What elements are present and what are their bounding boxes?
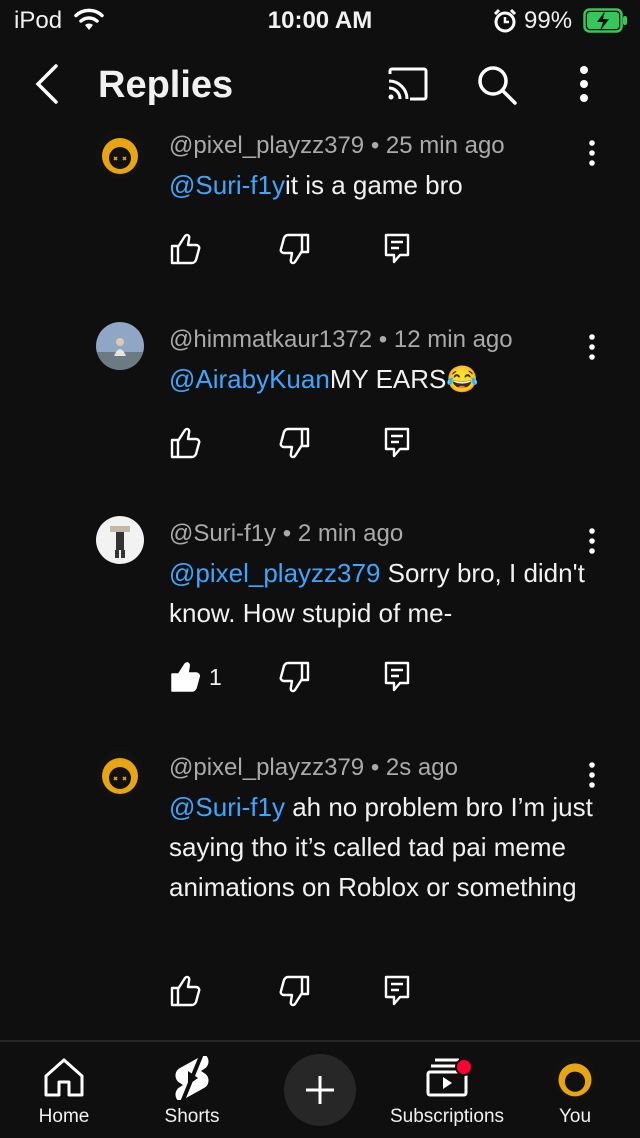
reply-icon[interactable] [383,660,411,699]
avatar[interactable] [96,750,144,798]
nav-home-label: Home [38,1106,90,1127]
comment-meta: @pixel_playzz379 • 2s ago [169,754,458,782]
nav-you-label: You [558,1106,592,1127]
create-button[interactable] [284,1054,356,1126]
bottom-nav: Home Shorts Subscriptions You [0,1040,640,1138]
nav-subscriptions-label: Subscriptions [389,1106,505,1127]
avatar[interactable] [96,322,144,370]
more-vertical-icon[interactable] [570,64,598,111]
comment-body: it is a game bro [284,170,463,200]
reply-icon[interactable] [383,974,411,1013]
author-name[interactable]: @Suri-f1y [169,520,276,547]
like-icon[interactable] [169,232,201,271]
avatar[interactable] [96,516,144,564]
comment-time: 12 min ago [393,326,513,353]
dislike-icon[interactable] [279,232,311,271]
nav-subscriptions[interactable]: Subscriptions [383,1042,511,1138]
comment-text: @pixel_playzz379 Sorry bro, I didn't kno… [169,553,599,633]
comment-actions [169,232,429,272]
comment-more-icon[interactable] [580,526,604,561]
comment-actions [169,426,429,466]
nav-you[interactable]: You [511,1042,639,1138]
search-icon[interactable] [476,64,518,111]
comment-text: @AirabyKuanMY EARS😂 [169,359,599,399]
cast-icon[interactable] [386,66,430,107]
comment-time: 2 min ago [297,520,404,547]
home-icon [42,1056,86,1103]
status-bar: iPod 10:00 AM 99% [0,0,640,42]
meta-separator: • [370,754,380,781]
mention-link[interactable]: @pixel_playzz379 [169,558,380,588]
shorts-icon [172,1054,212,1105]
plus-icon [304,1074,336,1111]
comment-text: @Suri-f1yit is a game bro [169,165,599,205]
page-title: Replies [98,64,234,106]
comment-meta: @Suri-f1y • 2 min ago [169,520,403,548]
like-icon[interactable] [169,426,201,465]
avatar[interactable] [96,130,144,178]
notification-dot [455,1058,473,1076]
comment-time: 2s ago [385,754,458,781]
mention-link[interactable]: @Suri-f1y [169,170,285,200]
comment-meta: @pixel_playzz379 • 25 min ago [169,132,505,160]
meta-separator: • [370,132,380,159]
comment-more-icon[interactable] [580,138,604,173]
like-count: 1 [209,664,222,690]
dislike-icon[interactable] [279,660,311,699]
battery-charging-icon [583,8,629,39]
comment-more-icon[interactable] [580,760,604,795]
mention-link[interactable]: @Suri-f1y [169,792,285,822]
reply-icon[interactable] [383,232,411,271]
comment-text: @Suri-f1y ah no problem bro I’m just say… [169,787,599,907]
liked-icon[interactable] [169,660,201,699]
meta-separator: • [378,326,388,353]
back-arrow-icon[interactable] [30,62,62,111]
nav-home[interactable]: Home [0,1042,128,1138]
author-name[interactable]: @pixel_playzz379 [169,132,364,159]
mention-link[interactable]: @AirabyKuan [169,364,330,394]
alarm-icon [493,8,517,39]
profile-avatar [553,1056,597,1100]
comment-actions [169,974,429,1014]
comment-body: MY EARS😂 [329,364,479,394]
dislike-icon[interactable] [279,974,311,1013]
author-name[interactable]: @pixel_playzz379 [169,754,364,781]
comment-time: 25 min ago [385,132,505,159]
nav-shorts[interactable]: Shorts [128,1042,256,1138]
reply-icon[interactable] [383,426,411,465]
comment-meta: @himmatkaur1372 • 12 min ago [169,326,513,354]
nav-shorts-label: Shorts [164,1106,220,1127]
meta-separator: • [282,520,292,547]
like-icon[interactable] [169,974,201,1013]
comment-actions: 1 [169,660,429,700]
comment-more-icon[interactable] [580,332,604,367]
dislike-icon[interactable] [279,426,311,465]
author-name[interactable]: @himmatkaur1372 [169,326,372,353]
header: Replies [0,42,640,128]
battery-percent: 99% [524,7,573,34]
